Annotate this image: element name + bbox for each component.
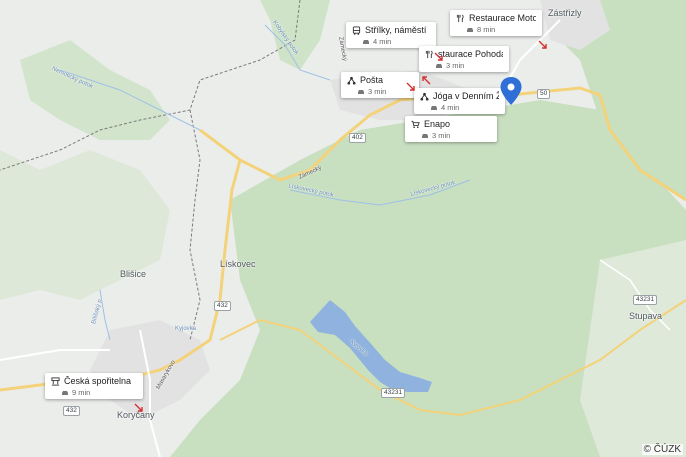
poi-travel-time: 4 min [373,37,392,46]
road-shield-432: 432 [214,301,231,311]
poi-travel-time: 3 min [446,61,465,70]
place-label-blisice: Blišice [120,269,147,279]
poi-travel-time: 4 min [441,103,460,112]
place-label-liskovec: Lískovec [220,259,256,269]
poi-title: staurace Pohoda [438,49,503,59]
road-shield-43231: 43231 [381,388,406,398]
poi-title: Pošta [360,75,384,85]
bank-icon [51,376,60,386]
poi-travel-time: 8 min [477,25,496,34]
poi-card-bus-stop[interactable]: Střílky, náměstí 4 min [346,22,436,48]
poi-pointer-icon[interactable] [538,40,547,49]
poi-title: Jóga v Denním Živ… [433,91,499,101]
yoga-icon [420,92,429,101]
post-office-icon [347,76,356,85]
restaurant-icon [456,14,464,22]
poi-card-shop[interactable]: Enapo 3 min [405,116,497,142]
poi-title: Enapo [424,119,451,129]
bus-icon [352,25,361,35]
road-shield-50: 50 [537,89,551,99]
poi-pointer-icon[interactable] [134,403,143,412]
poi-title: Střílky, náměstí [365,25,427,35]
car-icon [467,27,473,32]
restaurant-icon [425,50,433,58]
road-shield-43231: 43231 [633,295,658,305]
map-view[interactable]: Zástřizly Lískovec Blišice Stupava Koryč… [0,0,686,457]
poi-pointer-icon[interactable] [406,82,415,91]
poi-travel-time: 3 min [432,131,451,140]
poi-travel-time: 3 min [368,87,387,96]
car-icon [363,39,369,44]
poi-card-yoga[interactable]: Jóga v Denním Živ… 4 min [414,88,505,114]
place-label-zastrizly: Zástřizly [548,8,582,18]
map-copyright[interactable]: © ČÚZK [641,444,683,455]
car-icon [431,105,437,110]
location-pin-icon[interactable] [499,76,523,106]
poi-pointer-icon[interactable] [422,76,431,85]
poi-card-restaurant[interactable]: Restaurace Moto… 8 min [450,10,542,36]
poi-card-restaurant[interactable]: staurace Pohoda 3 min [419,46,509,72]
stream-label: Kyjovka [175,326,197,332]
poi-card-bank[interactable]: Česká spořitelna 9 min [45,373,143,399]
poi-pointer-icon[interactable] [434,52,443,61]
shopping-cart-icon [411,120,420,128]
car-icon [62,390,68,395]
poi-travel-time: 9 min [72,388,91,397]
place-label-stupava: Stupava [629,311,663,321]
poi-title: Česká spořitelna [64,376,132,386]
road-shield-402: 402 [349,133,366,143]
road-shield-432: 432 [63,406,80,416]
car-icon [436,63,442,68]
car-icon [422,133,428,138]
poi-title: Restaurace Moto… [469,13,536,23]
car-icon [358,89,364,94]
